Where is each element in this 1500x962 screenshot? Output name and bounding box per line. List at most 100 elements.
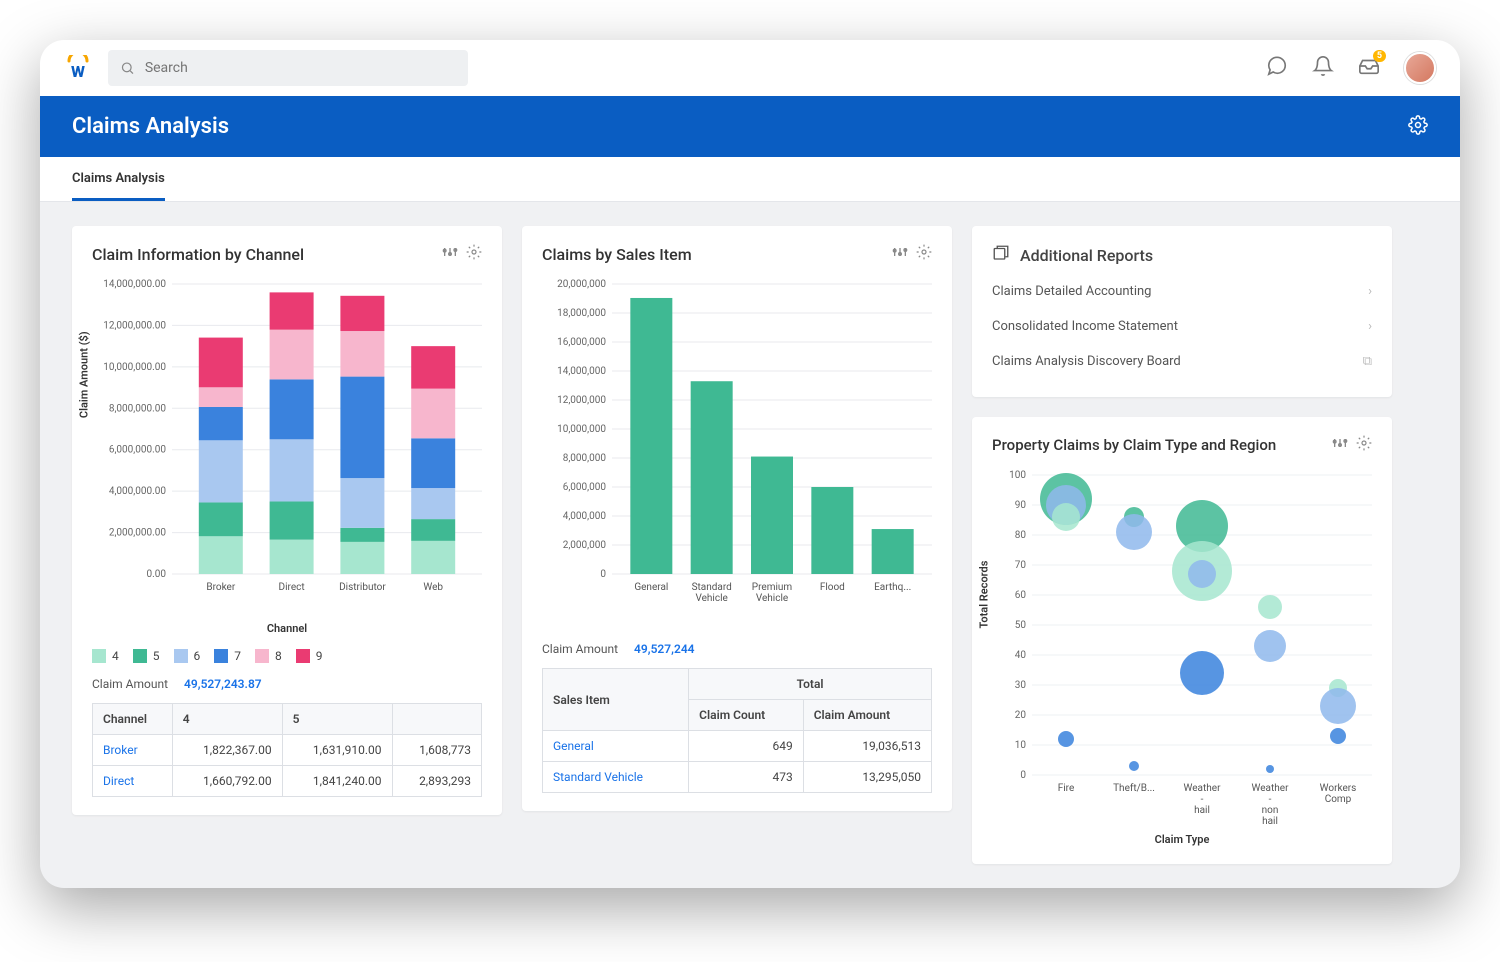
- th-sales-item[interactable]: Sales Item: [543, 669, 689, 731]
- svg-text:non: non: [1262, 805, 1279, 816]
- bar-chart[interactable]: 0 2,000,000 4,000,000 6,000,000 8,000,000 10,…: [542, 274, 932, 628]
- svg-text:50: 50: [1015, 620, 1027, 631]
- tabs: Claims Analysis: [40, 157, 1460, 202]
- search-box[interactable]: [108, 50, 468, 86]
- svg-text:2,000,000: 2,000,000: [563, 540, 607, 551]
- card-title: Additional Reports: [1020, 246, 1153, 265]
- svg-text:Workers: Workers: [1320, 783, 1357, 794]
- app-frame: W 5 Claims Analysis Claims Analysis: [40, 40, 1460, 888]
- svg-text:Web: Web: [423, 582, 443, 593]
- svg-text:8,000,000: 8,000,000: [563, 453, 607, 464]
- channel-table: Channel 4 5 Broker1,822,367.001,631,910.…: [92, 703, 482, 797]
- svg-text:90: 90: [1015, 500, 1027, 511]
- svg-text:18,000,000: 18,000,000: [557, 308, 606, 319]
- table-row[interactable]: Broker1,822,367.001,631,910.001,608,773: [93, 735, 482, 766]
- table-row[interactable]: Direct1,660,792.001,841,240.002,893,293: [93, 766, 482, 797]
- sales-item-table: Sales Item Total Claim Count Claim Amoun…: [542, 668, 932, 793]
- svg-text:Theft/B...: Theft/B...: [1113, 782, 1155, 794]
- x-axis-label: Claim Type: [992, 833, 1372, 846]
- filter-icon[interactable]: [442, 244, 458, 264]
- svg-text:Comp: Comp: [1325, 794, 1352, 805]
- svg-text:30: 30: [1015, 680, 1027, 691]
- svg-text:10,000,000: 10,000,000: [557, 424, 606, 435]
- svg-text:4,000,000: 4,000,000: [563, 511, 607, 522]
- svg-text:Standard: Standard: [692, 582, 732, 593]
- tab-claims-analysis[interactable]: Claims Analysis: [72, 157, 165, 201]
- svg-text:-: -: [1201, 794, 1204, 805]
- svg-text:Weather: Weather: [1252, 783, 1290, 794]
- reports-icon: [992, 244, 1010, 266]
- svg-text:16,000,000: 16,000,000: [557, 337, 606, 348]
- svg-text:20: 20: [1015, 710, 1027, 721]
- svg-text:20,000,000: 20,000,000: [557, 279, 606, 290]
- svg-text:Direct: Direct: [279, 582, 305, 593]
- th-total[interactable]: Total: [689, 669, 932, 700]
- svg-text:-: -: [1269, 794, 1272, 805]
- svg-text:hail: hail: [1262, 816, 1278, 825]
- topbar-actions: 5: [1266, 52, 1436, 84]
- report-link[interactable]: Consolidated Income Statement›: [992, 309, 1372, 344]
- th-extra[interactable]: [392, 704, 482, 735]
- page-titlebar: Claims Analysis: [40, 96, 1460, 157]
- settings-gear-icon[interactable]: [1408, 115, 1428, 139]
- metric-row: Claim Amount 49,527,244: [542, 642, 932, 656]
- filter-icon[interactable]: [892, 244, 908, 264]
- svg-text:Vehicle: Vehicle: [756, 593, 788, 604]
- svg-text:Flood: Flood: [820, 582, 845, 593]
- report-link[interactable]: Claims Detailed Accounting›: [992, 274, 1372, 309]
- svg-text:0.00: 0.00: [147, 569, 167, 580]
- svg-text:80: 80: [1015, 530, 1027, 541]
- stacked-bar-chart[interactable]: 0.002,000,000.004,000,000.006,000,000.00…: [92, 274, 482, 635]
- gear-icon[interactable]: [916, 244, 932, 264]
- svg-text:14,000,000: 14,000,000: [557, 366, 606, 377]
- y-axis-label: Claim Amount ($): [78, 331, 91, 418]
- th-claim-amount[interactable]: Claim Amount: [803, 700, 931, 731]
- notifications-icon[interactable]: [1312, 55, 1334, 81]
- svg-text:hail: hail: [1194, 805, 1210, 816]
- svg-text:W: W: [71, 62, 85, 81]
- svg-text:70: 70: [1015, 560, 1027, 571]
- table-row[interactable]: Standard Vehicle47313,295,050: [543, 762, 932, 793]
- metric-value[interactable]: 49,527,244: [634, 642, 694, 656]
- chat-icon[interactable]: [1266, 55, 1288, 81]
- filter-icon[interactable]: [1332, 435, 1348, 455]
- topbar: W 5: [40, 40, 1460, 96]
- card-title: Property Claims by Claim Type and Region: [992, 436, 1276, 454]
- card-property-claims: Property Claims by Claim Type and Region…: [972, 417, 1392, 864]
- gear-icon[interactable]: [466, 244, 482, 264]
- svg-text:Weather: Weather: [1184, 783, 1222, 794]
- svg-text:6,000,000.00: 6,000,000.00: [109, 445, 167, 456]
- card-title: Claims by Sales Item: [542, 245, 692, 264]
- card-claim-info-by-channel: Claim Information by Channel 0.002,000,0…: [72, 226, 502, 815]
- svg-text:Fire: Fire: [1058, 783, 1075, 794]
- svg-text:6,000,000: 6,000,000: [563, 482, 607, 493]
- avatar[interactable]: [1404, 52, 1436, 84]
- chart-legend: 456789: [92, 649, 482, 663]
- th-channel[interactable]: Channel: [93, 704, 173, 735]
- svg-text:Distributor: Distributor: [339, 582, 386, 593]
- x-axis-label: Channel: [92, 622, 482, 635]
- table-row[interactable]: General64919,036,513: [543, 731, 932, 762]
- svg-text:12,000,000.00: 12,000,000.00: [103, 320, 166, 331]
- search-input[interactable]: [145, 60, 456, 76]
- svg-text:10: 10: [1015, 740, 1027, 751]
- inbox-badge: 5: [1373, 50, 1386, 62]
- metric-value[interactable]: 49,527,243.87: [184, 677, 262, 691]
- card-claims-by-sales-item: Claims by Sales Item 0 2,000,000 4,000,000…: [522, 226, 952, 811]
- workday-logo-icon[interactable]: W: [64, 54, 92, 82]
- bubble-chart[interactable]: 0102030405060708090100FireTheft/B...Weat…: [992, 465, 1372, 846]
- card-additional-reports: Additional Reports Claims Detailed Accou…: [972, 226, 1392, 397]
- svg-text:Premium: Premium: [752, 582, 793, 593]
- th-claim-count[interactable]: Claim Count: [689, 700, 804, 731]
- search-icon: [120, 60, 135, 76]
- th-5[interactable]: 5: [282, 704, 392, 735]
- th-4[interactable]: 4: [172, 704, 282, 735]
- svg-text:Vehicle: Vehicle: [695, 593, 727, 604]
- inbox-icon[interactable]: 5: [1358, 55, 1380, 81]
- svg-text:General: General: [634, 582, 668, 593]
- svg-text:0: 0: [600, 569, 606, 580]
- svg-text:100: 100: [1009, 470, 1026, 481]
- report-link[interactable]: Claims Analysis Discovery Board⧉: [992, 344, 1372, 379]
- gear-icon[interactable]: [1356, 435, 1372, 455]
- svg-text:4,000,000.00: 4,000,000.00: [109, 486, 167, 497]
